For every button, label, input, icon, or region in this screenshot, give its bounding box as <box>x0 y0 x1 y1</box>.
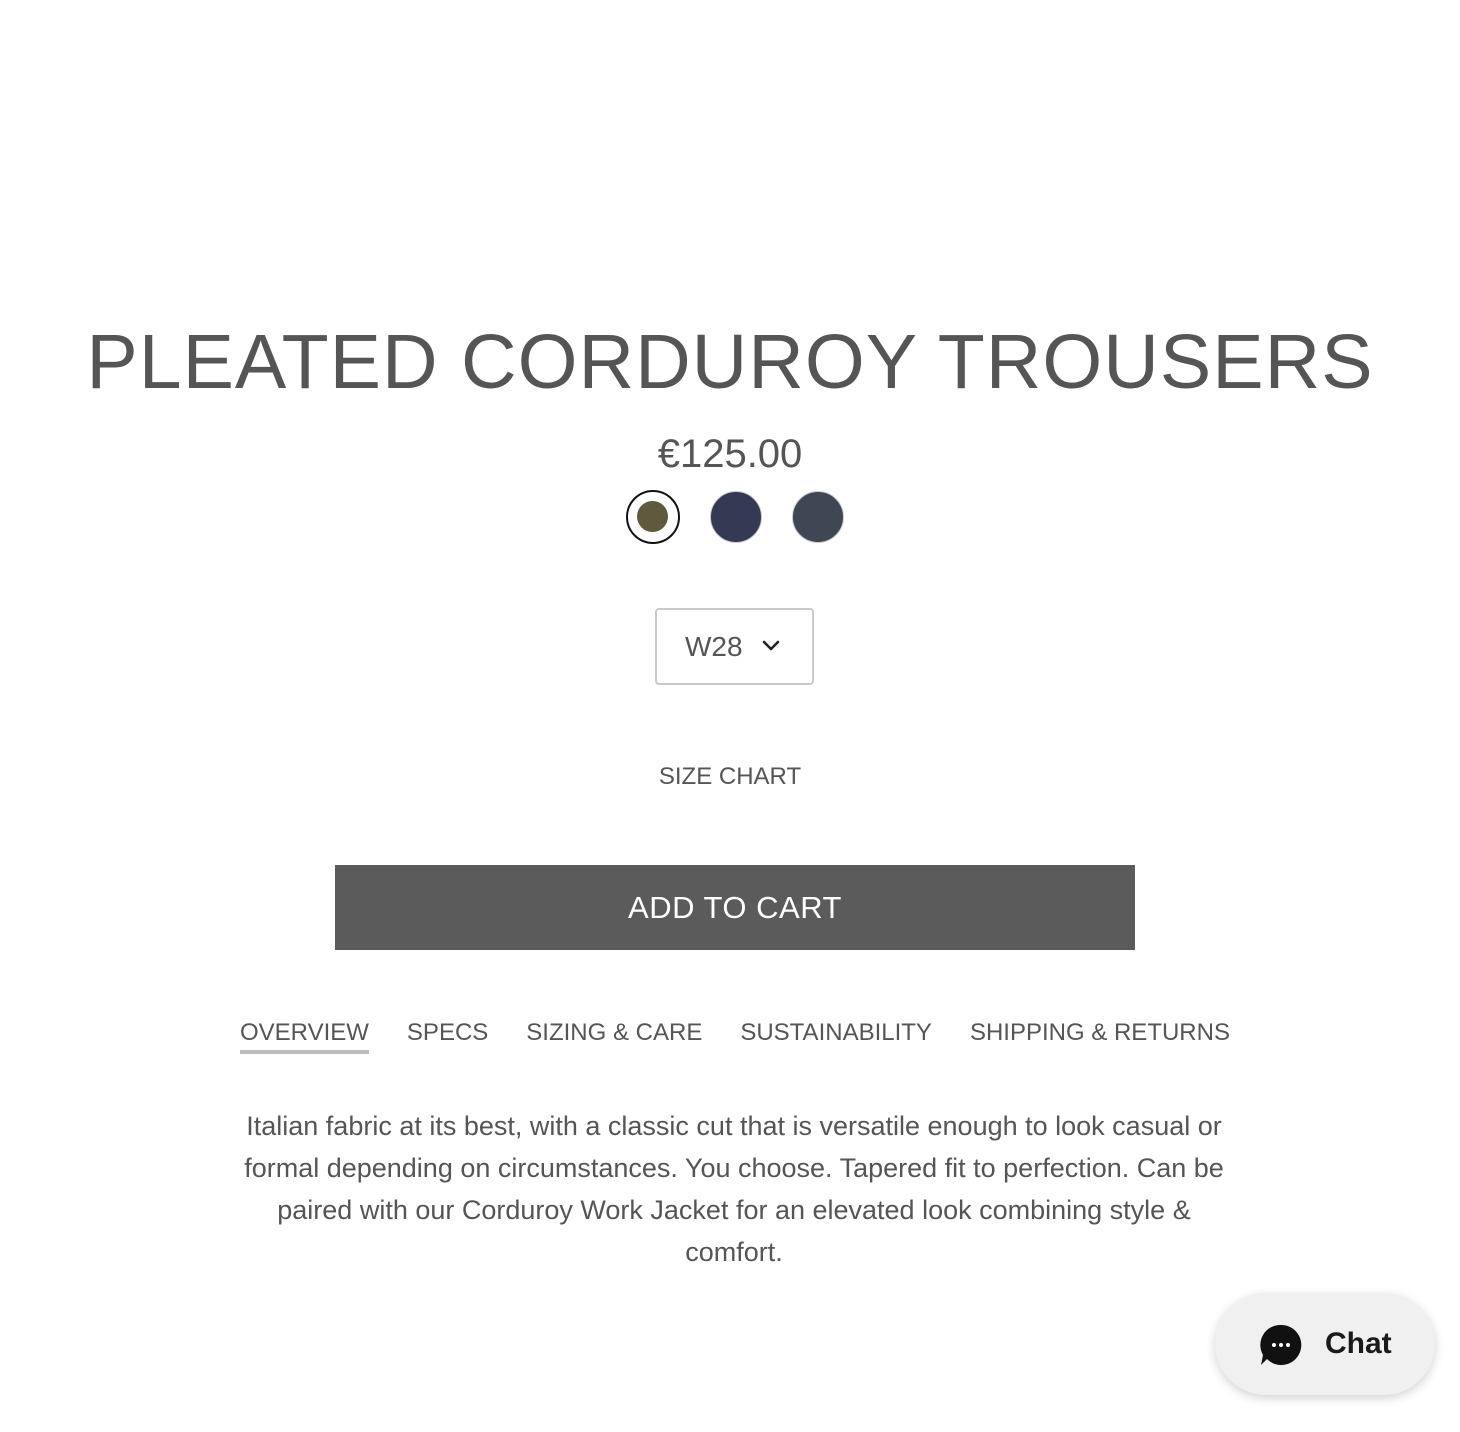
tab-overview[interactable]: OVERVIEW <box>240 1016 369 1054</box>
tab-sustainability[interactable]: SUSTAINABILITY <box>740 1016 932 1052</box>
color-swatches <box>626 490 844 544</box>
chat-button[interactable]: Chat <box>1215 1293 1435 1395</box>
swatch-olive-fill <box>637 501 668 532</box>
tab-specs[interactable]: SPECS <box>407 1016 488 1052</box>
product-price: €125.00 <box>657 432 803 476</box>
size-select-value: W28 <box>685 630 743 662</box>
chat-bubble-icon <box>1260 1324 1302 1365</box>
overview-description: Italian fabric at its best, with a class… <box>244 1111 1224 1267</box>
swatch-olive[interactable] <box>626 490 680 544</box>
chevron-down-icon <box>762 640 780 651</box>
product-info-tabs: OVERVIEW SPECS SIZING & CARE SUSTAINABIL… <box>240 1016 1268 1054</box>
size-select[interactable]: W28 <box>655 608 814 685</box>
product-title: PLEATED CORDUROY TROUSERS <box>86 319 1374 405</box>
swatch-charcoal[interactable] <box>792 491 844 543</box>
swatch-navy[interactable] <box>710 491 762 543</box>
tab-shipping-returns[interactable]: SHIPPING & RETURNS <box>970 1016 1230 1052</box>
chat-label: Chat <box>1325 1327 1392 1360</box>
tab-sizing-care[interactable]: SIZING & CARE <box>526 1016 702 1052</box>
size-chart-link[interactable]: SIZE CHART <box>0 761 1460 793</box>
add-to-cart-button[interactable]: ADD TO CART <box>335 865 1135 950</box>
